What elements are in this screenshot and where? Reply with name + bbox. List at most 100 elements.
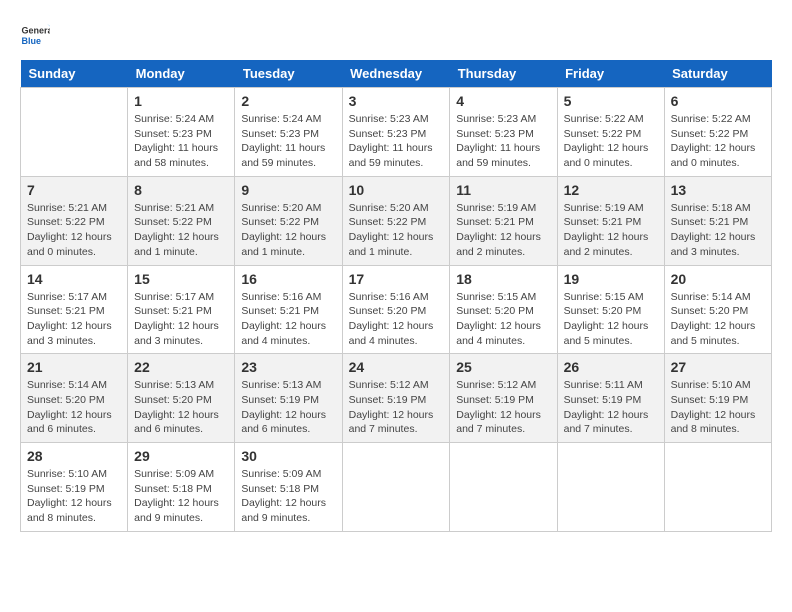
calendar-cell: 30 Sunrise: 5:09 AM Sunset: 5:18 PM Dayli… [235,443,342,532]
calendar-cell: 7Sunrise: 5:21 AM Sunset: 5:22 PM Daylig… [21,176,128,265]
calendar-cell: 13 Sunrise: 5:18 AM Sunset: 5:21 PM Dayli… [664,176,771,265]
logo-icon: General Blue [20,20,50,50]
calendar-cell: 5 Sunrise: 5:22 AM Sunset: 5:22 PM Daylig… [557,88,664,177]
day-number: 24 [349,359,444,375]
day-number: 29 [134,448,228,464]
day-number: 18 [456,271,550,287]
calendar-cell: 17 Sunrise: 5:16 AM Sunset: 5:20 PM Dayli… [342,265,450,354]
day-info: Sunrise: 5:10 AM Sunset: 5:19 PM Dayligh… [27,467,121,526]
day-info: Sunrise: 5:17 AM Sunset: 5:21 PM Dayligh… [27,290,121,349]
day-number: 19 [564,271,658,287]
calendar-table: SundayMondayTuesdayWednesdayThursdayFrid… [20,60,772,532]
day-info: Sunrise: 5:16 AM Sunset: 5:21 PM Dayligh… [241,290,335,349]
day-info: Sunrise: 5:20 AM Sunset: 5:22 PM Dayligh… [241,201,335,260]
calendar-cell: 18 Sunrise: 5:15 AM Sunset: 5:20 PM Dayli… [450,265,557,354]
calendar-cell: 26Sunrise: 5:11 AM Sunset: 5:19 PM Dayli… [557,354,664,443]
day-info: Sunrise: 5:19 AM Sunset: 5:21 PM Dayligh… [564,201,658,260]
day-info: Sunrise: 5:14 AM Sunset: 5:20 PM Dayligh… [671,290,765,349]
calendar-cell: 12 Sunrise: 5:19 AM Sunset: 5:21 PM Dayli… [557,176,664,265]
day-info: Sunrise: 5:15 AM Sunset: 5:20 PM Dayligh… [564,290,658,349]
day-number: 1 [134,93,228,109]
calendar-header-row: SundayMondayTuesdayWednesdayThursdayFrid… [21,60,772,88]
calendar-week-row: 14 Sunrise: 5:17 AM Sunset: 5:21 PM Dayli… [21,265,772,354]
calendar-cell: 10 Sunrise: 5:20 AM Sunset: 5:22 PM Dayli… [342,176,450,265]
day-number: 30 [241,448,335,464]
day-number: 20 [671,271,765,287]
day-number: 13 [671,182,765,198]
day-info: Sunrise: 5:22 AM Sunset: 5:22 PM Dayligh… [564,112,658,171]
day-number: 17 [349,271,444,287]
header-tuesday: Tuesday [235,60,342,88]
day-number: 14 [27,271,121,287]
day-number: 10 [349,182,444,198]
calendar-cell: 2 Sunrise: 5:24 AM Sunset: 5:23 PM Daylig… [235,88,342,177]
day-number: 5 [564,93,658,109]
calendar-cell: 8Sunrise: 5:21 AM Sunset: 5:22 PM Daylig… [128,176,235,265]
day-info: Sunrise: 5:20 AM Sunset: 5:22 PM Dayligh… [349,201,444,260]
header-monday: Monday [128,60,235,88]
calendar-cell: 4 Sunrise: 5:23 AM Sunset: 5:23 PM Daylig… [450,88,557,177]
day-number: 16 [241,271,335,287]
day-number: 28 [27,448,121,464]
calendar-cell: 19 Sunrise: 5:15 AM Sunset: 5:20 PM Dayli… [557,265,664,354]
svg-text:Blue: Blue [22,36,42,46]
day-info: Sunrise: 5:24 AM Sunset: 5:23 PM Dayligh… [134,112,228,171]
svg-text:General: General [22,26,51,36]
day-info: Sunrise: 5:16 AM Sunset: 5:20 PM Dayligh… [349,290,444,349]
day-number: 21 [27,359,121,375]
day-info: Sunrise: 5:13 AM Sunset: 5:20 PM Dayligh… [134,378,228,437]
calendar-cell: 23Sunrise: 5:13 AM Sunset: 5:19 PM Dayli… [235,354,342,443]
calendar-cell [342,443,450,532]
day-info: Sunrise: 5:18 AM Sunset: 5:21 PM Dayligh… [671,201,765,260]
calendar-cell: 11Sunrise: 5:19 AM Sunset: 5:21 PM Dayli… [450,176,557,265]
header-sunday: Sunday [21,60,128,88]
day-number: 3 [349,93,444,109]
day-number: 6 [671,93,765,109]
calendar-cell: 20 Sunrise: 5:14 AM Sunset: 5:20 PM Dayli… [664,265,771,354]
day-info: Sunrise: 5:15 AM Sunset: 5:20 PM Dayligh… [456,290,550,349]
day-info: Sunrise: 5:23 AM Sunset: 5:23 PM Dayligh… [456,112,550,171]
day-info: Sunrise: 5:21 AM Sunset: 5:22 PM Dayligh… [134,201,228,260]
calendar-cell: 16 Sunrise: 5:16 AM Sunset: 5:21 PM Dayli… [235,265,342,354]
calendar-cell: 9 Sunrise: 5:20 AM Sunset: 5:22 PM Daylig… [235,176,342,265]
calendar-week-row: 1 Sunrise: 5:24 AM Sunset: 5:23 PM Daylig… [21,88,772,177]
day-number: 25 [456,359,550,375]
day-info: Sunrise: 5:12 AM Sunset: 5:19 PM Dayligh… [456,378,550,437]
calendar-week-row: 21Sunrise: 5:14 AM Sunset: 5:20 PM Dayli… [21,354,772,443]
header-saturday: Saturday [664,60,771,88]
calendar-cell: 29 Sunrise: 5:09 AM Sunset: 5:18 PM Dayli… [128,443,235,532]
calendar-cell: 6 Sunrise: 5:22 AM Sunset: 5:22 PM Daylig… [664,88,771,177]
logo: General Blue [20,20,54,50]
page-header: General Blue [20,20,772,50]
day-number: 4 [456,93,550,109]
day-info: Sunrise: 5:12 AM Sunset: 5:19 PM Dayligh… [349,378,444,437]
day-info: Sunrise: 5:10 AM Sunset: 5:19 PM Dayligh… [671,378,765,437]
calendar-cell [664,443,771,532]
calendar-cell: 25 Sunrise: 5:12 AM Sunset: 5:19 PM Dayli… [450,354,557,443]
day-info: Sunrise: 5:09 AM Sunset: 5:18 PM Dayligh… [241,467,335,526]
calendar-cell: 1 Sunrise: 5:24 AM Sunset: 5:23 PM Daylig… [128,88,235,177]
header-thursday: Thursday [450,60,557,88]
calendar-cell: 27 Sunrise: 5:10 AM Sunset: 5:19 PM Dayli… [664,354,771,443]
header-wednesday: Wednesday [342,60,450,88]
day-info: Sunrise: 5:24 AM Sunset: 5:23 PM Dayligh… [241,112,335,171]
calendar-cell: 24 Sunrise: 5:12 AM Sunset: 5:19 PM Dayli… [342,354,450,443]
calendar-cell [21,88,128,177]
day-info: Sunrise: 5:23 AM Sunset: 5:23 PM Dayligh… [349,112,444,171]
day-number: 27 [671,359,765,375]
calendar-cell [557,443,664,532]
day-info: Sunrise: 5:09 AM Sunset: 5:18 PM Dayligh… [134,467,228,526]
day-number: 23 [241,359,335,375]
calendar-cell: 15Sunrise: 5:17 AM Sunset: 5:21 PM Dayli… [128,265,235,354]
calendar-cell: 28 Sunrise: 5:10 AM Sunset: 5:19 PM Dayli… [21,443,128,532]
day-number: 9 [241,182,335,198]
day-number: 15 [134,271,228,287]
calendar-cell: 3 Sunrise: 5:23 AM Sunset: 5:23 PM Daylig… [342,88,450,177]
day-number: 2 [241,93,335,109]
day-info: Sunrise: 5:22 AM Sunset: 5:22 PM Dayligh… [671,112,765,171]
day-number: 7 [27,182,121,198]
calendar-cell: 22Sunrise: 5:13 AM Sunset: 5:20 PM Dayli… [128,354,235,443]
calendar-cell: 14 Sunrise: 5:17 AM Sunset: 5:21 PM Dayli… [21,265,128,354]
day-number: 12 [564,182,658,198]
day-info: Sunrise: 5:19 AM Sunset: 5:21 PM Dayligh… [456,201,550,260]
